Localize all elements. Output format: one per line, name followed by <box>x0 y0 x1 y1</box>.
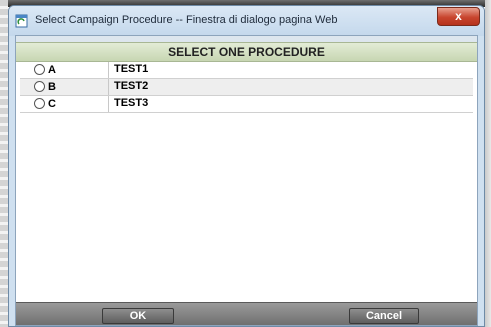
dialog-content: SELECT ONE PROCEDURE A TEST1 B TEST2 C T… <box>15 35 478 326</box>
procedure-list: A TEST1 B TEST2 C TEST3 <box>20 62 473 113</box>
webpage-dialog-icon <box>15 14 28 28</box>
screen: Select Campaign Procedure -- Finestra di… <box>0 0 491 327</box>
procedure-name: TEST3 <box>114 97 149 109</box>
cancel-button[interactable]: Cancel <box>349 308 419 324</box>
dialog-window: Select Campaign Procedure -- Finestra di… <box>8 5 485 327</box>
procedure-row-a[interactable]: A TEST1 <box>20 62 473 79</box>
dialog-footer: OK Cancel <box>16 302 477 325</box>
procedure-name: TEST2 <box>114 80 149 92</box>
procedure-row-b[interactable]: B TEST2 <box>20 79 473 96</box>
title-bar[interactable]: Select Campaign Procedure -- Finestra di… <box>9 6 484 36</box>
radio-button-a[interactable] <box>34 64 45 75</box>
option-letter: C <box>48 98 56 110</box>
column-divider <box>108 79 109 95</box>
radio-button-c[interactable] <box>34 98 45 109</box>
procedure-name: TEST1 <box>114 63 149 75</box>
desktop-right-strip <box>485 0 491 327</box>
close-button[interactable]: x <box>437 7 480 26</box>
close-icon: x <box>455 9 462 23</box>
column-divider <box>108 96 109 112</box>
desktop-left-strip <box>0 0 8 327</box>
procedure-header: SELECT ONE PROCEDURE <box>16 42 477 62</box>
option-letter: A <box>48 64 56 76</box>
ok-button[interactable]: OK <box>102 308 174 324</box>
procedure-row-c[interactable]: C TEST3 <box>20 96 473 113</box>
option-letter: B <box>48 81 56 93</box>
column-divider <box>108 62 109 78</box>
window-title: Select Campaign Procedure -- Finestra di… <box>35 14 338 26</box>
radio-button-b[interactable] <box>34 81 45 92</box>
